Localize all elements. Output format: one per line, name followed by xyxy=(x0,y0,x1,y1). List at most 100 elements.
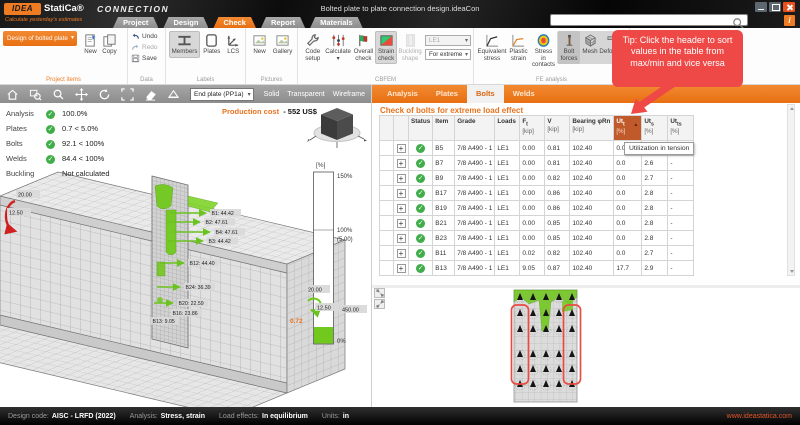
axes-icon xyxy=(226,33,241,48)
logo-tagline: Calculate yesterday's estimates xyxy=(5,17,82,23)
zoom-icon[interactable] xyxy=(52,88,65,101)
redo-button[interactable]: Redo xyxy=(131,42,163,53)
check-summary: Analysis✓100.0% Plates✓0.7 < 5.0% Bolts✓… xyxy=(6,106,110,181)
bolt-forces-toggle[interactable]: Bolt forces xyxy=(558,31,580,64)
header-ft[interactable]: Ft[kip] xyxy=(520,116,545,141)
chevron-down-icon: ▾ xyxy=(465,50,468,60)
code-setup-button[interactable]: Code setup xyxy=(301,31,325,64)
new-picture-button[interactable]: New xyxy=(249,31,270,58)
header-label: Ut xyxy=(616,118,623,125)
new-doc-icon xyxy=(83,33,98,48)
gallery-button[interactable]: Gallery xyxy=(270,31,295,58)
plastic-strain-button[interactable]: Plastic strain xyxy=(507,31,530,64)
group-label: FE analysis xyxy=(474,77,629,83)
lcs-toggle[interactable]: LCS xyxy=(224,31,244,58)
zoom-window-icon[interactable] xyxy=(29,88,42,101)
tab-welds[interactable]: Welds xyxy=(504,85,544,103)
bolt-label: B13: 9.05 xyxy=(153,319,175,325)
header-utt-sorted[interactable]: Utt[%]▲ xyxy=(614,116,642,141)
tab-report[interactable]: Report xyxy=(261,17,305,28)
search-box[interactable] xyxy=(550,14,748,26)
tab-project[interactable]: Project xyxy=(113,17,158,28)
table-scrollbar[interactable] xyxy=(787,104,795,276)
scroll-up-icon[interactable] xyxy=(790,107,794,110)
tab-bolts[interactable]: Bolts xyxy=(467,85,504,103)
expand-row-button[interactable]: + xyxy=(397,159,406,168)
expand-row-button[interactable]: + xyxy=(397,219,406,228)
scale-tick: 150% xyxy=(337,174,353,180)
eraser-icon[interactable] xyxy=(144,88,157,101)
units-label: Units: xyxy=(322,413,340,420)
search-input[interactable] xyxy=(554,15,734,25)
header-status[interactable]: Status xyxy=(409,116,433,141)
header-loads[interactable]: Loads xyxy=(495,116,520,141)
expand-pane-button[interactable] xyxy=(374,288,385,298)
new-project-item-button[interactable]: New xyxy=(81,31,100,58)
status-ok-icon: ✓ xyxy=(416,189,425,198)
expand-row-button[interactable]: + xyxy=(397,189,406,198)
scale-tick: 0% xyxy=(337,339,346,345)
strain-check-toggle[interactable]: Strain check xyxy=(375,31,397,64)
maximize-button[interactable] xyxy=(769,2,781,12)
render-mode-solid[interactable]: Solid xyxy=(264,91,280,98)
expand-row-button[interactable]: + xyxy=(397,234,406,243)
copy-button[interactable]: Copy xyxy=(100,31,119,58)
website-link[interactable]: www.ideastatica.com xyxy=(727,413,792,420)
table-row: +✓B137/8 A490 - 1LE19.050.87102.4017.72.… xyxy=(380,261,694,276)
header-uts[interactable]: Uts[%] xyxy=(642,116,668,141)
header-label: V xyxy=(547,118,551,125)
header-label: Bearing φRn xyxy=(572,118,610,125)
plates-toggle[interactable]: Plates xyxy=(200,31,223,58)
undo-button[interactable]: Undo xyxy=(131,31,163,42)
clip-plane-icon[interactable] xyxy=(167,88,180,101)
project-item-dropdown[interactable]: Design of bolted plate▾ xyxy=(3,31,77,46)
summary-value: 100.0% xyxy=(62,109,87,118)
mesh-toggle[interactable]: Mesh xyxy=(580,31,600,64)
bolt-plate-preview[interactable] xyxy=(372,288,800,407)
group-cbfem: Code setup Calculate▾ Overall check Stra… xyxy=(298,28,474,84)
header-v[interactable]: V[kip] xyxy=(545,116,570,141)
stress-in-contacts-button[interactable]: Stress in contacts xyxy=(530,31,557,71)
group-labels: Members Plates LCS Labels xyxy=(166,28,246,84)
ribbon-tabs: Project Design Check Report Materials xyxy=(113,17,363,28)
header-item[interactable]: Item xyxy=(433,116,455,141)
home-view-icon[interactable] xyxy=(6,88,19,101)
expand-row-button[interactable]: + xyxy=(397,144,406,153)
tab-design[interactable]: Design xyxy=(163,17,208,28)
expand-row-button[interactable]: + xyxy=(397,174,406,183)
collapse-pane-button[interactable] xyxy=(374,299,385,309)
calculate-button[interactable]: Calculate▾ xyxy=(325,31,352,64)
close-button[interactable] xyxy=(783,2,795,12)
scroll-down-icon[interactable] xyxy=(790,270,794,273)
rotate-icon[interactable] xyxy=(98,88,111,101)
overall-check-label: Overall check xyxy=(354,49,374,62)
tab-analysis[interactable]: Analysis xyxy=(378,85,427,103)
tab-materials[interactable]: Materials xyxy=(310,17,363,28)
overall-check-button[interactable]: Overall check xyxy=(352,31,376,64)
info-button[interactable]: i xyxy=(784,15,795,26)
check-ok-icon: ✓ xyxy=(46,110,55,119)
fit-view-icon[interactable] xyxy=(121,88,134,101)
header-grade[interactable]: Grade xyxy=(455,116,495,141)
tab-plates[interactable]: Plates xyxy=(427,85,467,103)
save-button[interactable]: Save xyxy=(131,53,163,64)
header-bearing[interactable]: Bearing φRn[kip] xyxy=(570,116,614,141)
render-mode-transparent[interactable]: Transparent xyxy=(287,91,324,98)
pan-icon[interactable] xyxy=(75,88,88,101)
expand-row-button[interactable]: + xyxy=(397,264,406,273)
equivalent-stress-button[interactable]: Equivalent stress xyxy=(477,31,507,64)
view-select-dropdown[interactable]: End plate (PP1a)▾ xyxy=(190,88,254,101)
members-toggle[interactable]: Members xyxy=(169,31,200,58)
status-ok-icon: ✓ xyxy=(416,219,425,228)
expand-row-button[interactable]: + xyxy=(397,249,406,258)
expand-row-button[interactable]: + xyxy=(397,204,406,213)
extreme-dropdown[interactable]: For extreme▾ xyxy=(425,49,471,60)
header-unit: [%] xyxy=(616,128,639,135)
redo-icon xyxy=(131,43,140,52)
design-code-value: AISC - LRFD (2022) xyxy=(52,413,116,420)
tab-check[interactable]: Check xyxy=(213,17,256,28)
render-mode-wireframe[interactable]: Wireframe xyxy=(333,91,365,98)
minimize-button[interactable] xyxy=(755,2,767,12)
summary-value: Not calculated xyxy=(62,169,110,178)
header-utts[interactable]: Utts[%] xyxy=(668,116,694,141)
